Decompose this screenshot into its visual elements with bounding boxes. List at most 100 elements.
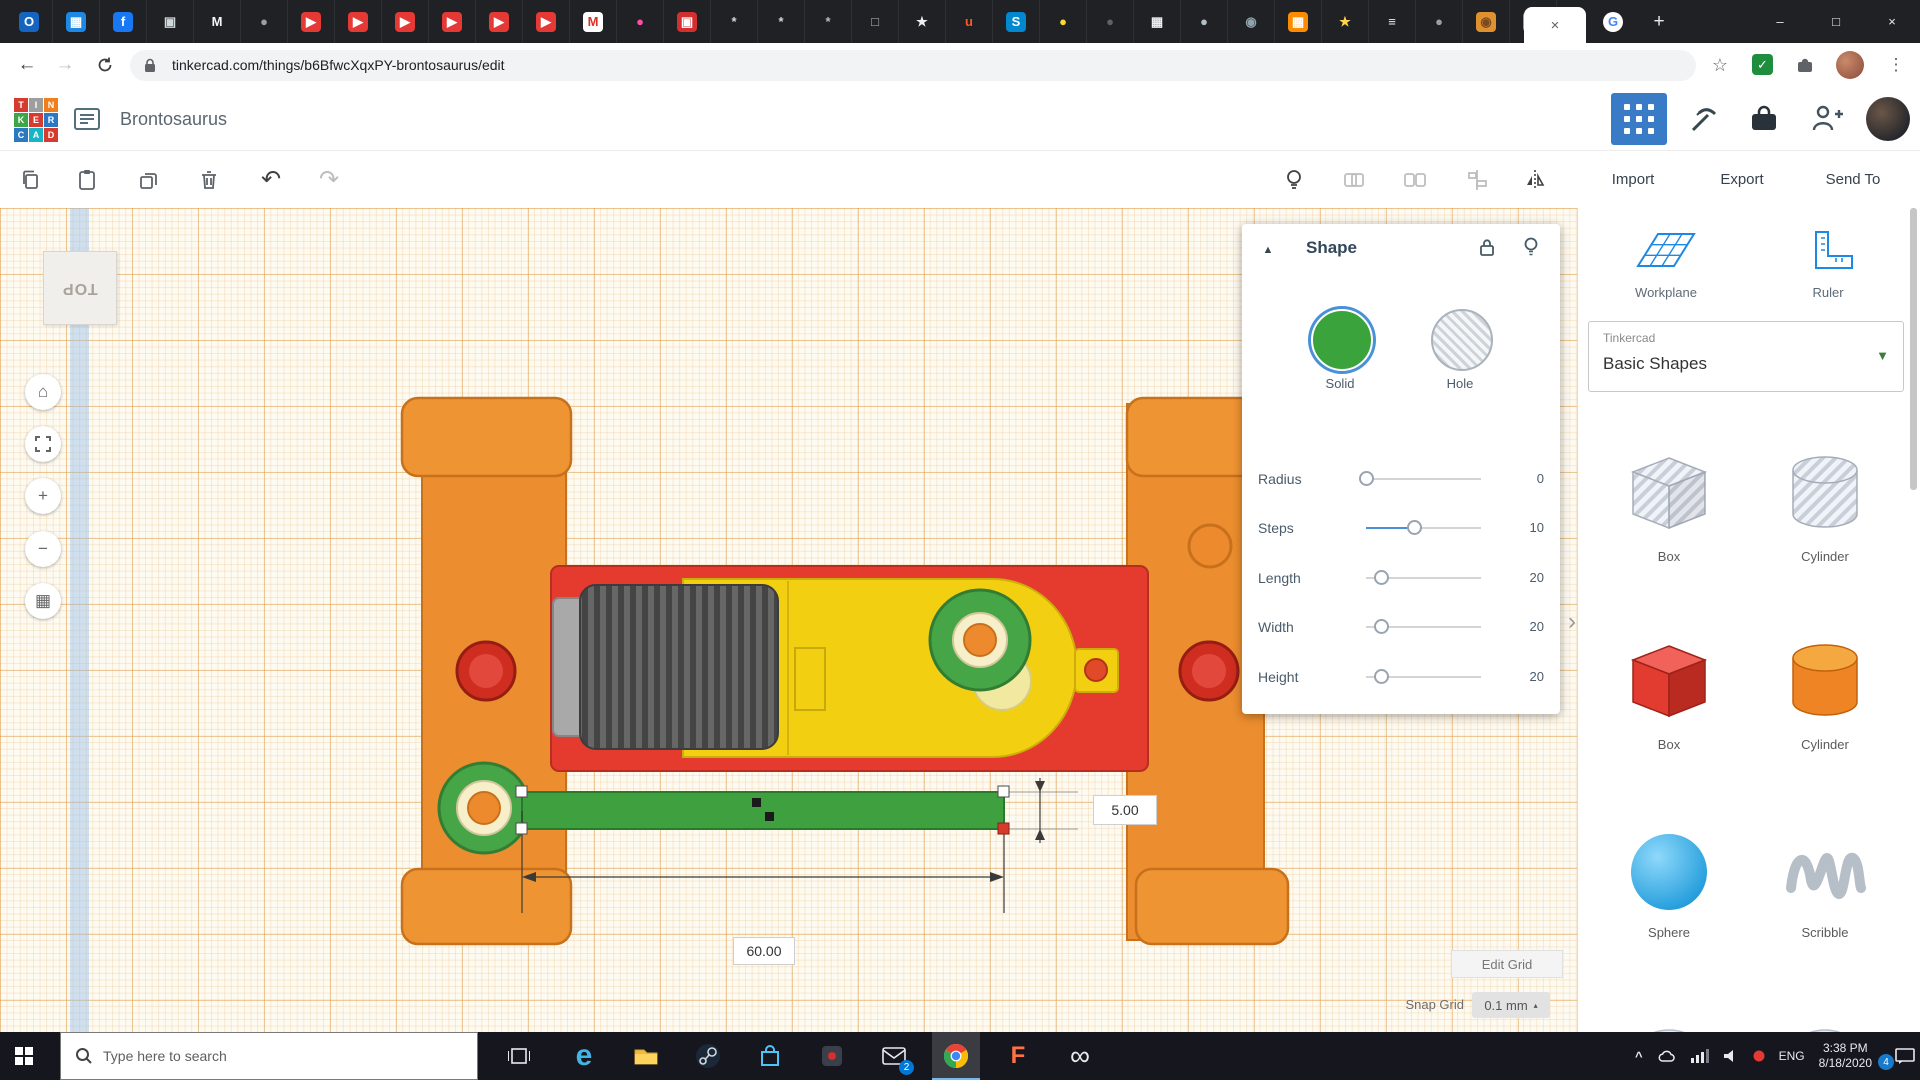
store-bag-icon[interactable]	[746, 1032, 794, 1080]
edge-app-icon[interactable]: e	[560, 1032, 608, 1080]
shape-partial[interactable]	[1750, 1012, 1900, 1032]
language-indicator[interactable]: ENG	[1779, 1049, 1805, 1063]
workplane-tool[interactable]: Workplane	[1598, 226, 1734, 300]
view-cube[interactable]: TOP	[43, 251, 117, 325]
network-icon[interactable]	[1691, 1049, 1709, 1063]
show-all-bulb-icon[interactable]	[1282, 168, 1306, 192]
tray-expand-icon[interactable]: ^	[1635, 1049, 1643, 1064]
browser-tab[interactable]: ▣	[664, 0, 711, 43]
tinkercad-logo[interactable]: TINKERCAD	[14, 98, 58, 142]
steam-app-icon[interactable]	[684, 1032, 732, 1080]
browser-tab[interactable]: ▶	[523, 0, 570, 43]
radius-knob[interactable]	[1359, 471, 1374, 486]
browser-tab[interactable]: ★	[1322, 0, 1369, 43]
cloud-icon[interactable]	[1657, 1048, 1677, 1064]
browser-tab[interactable]: ★	[899, 0, 946, 43]
duplicate-icon[interactable]	[137, 168, 161, 192]
export-button[interactable]: Export	[1702, 151, 1782, 209]
hole-option[interactable]	[1431, 309, 1493, 371]
extensions-puzzle-icon[interactable]	[1794, 54, 1816, 81]
taskbar-clock[interactable]: 3:38 PM 8/18/2020	[1819, 1041, 1872, 1071]
dashboard-grid-button[interactable]	[1611, 93, 1667, 145]
zoom-out-button[interactable]: −	[25, 531, 61, 567]
browser-tab[interactable]: M	[194, 0, 241, 43]
dimension-height-input[interactable]: 5.00	[1093, 795, 1157, 825]
ungroup-icon[interactable]	[1403, 168, 1427, 192]
browser-tab[interactable]: ●	[1087, 0, 1134, 43]
account-avatar[interactable]	[1866, 97, 1910, 141]
copy-icon[interactable]	[19, 168, 43, 192]
browser-tab[interactable]: *	[711, 0, 758, 43]
browser-tab[interactable]: ▦	[53, 0, 100, 43]
browser-tab[interactable]: f	[100, 0, 147, 43]
align-icon[interactable]	[1465, 168, 1489, 192]
browser-tab[interactable]: ●	[1416, 0, 1463, 43]
browser-tab[interactable]: ●	[617, 0, 664, 43]
briefcase-icon[interactable]	[1748, 105, 1780, 138]
dimension-width-input[interactable]: 60.00	[733, 937, 795, 965]
shape-cylinder[interactable]: Cylinder	[1750, 636, 1900, 752]
browser-tab[interactable]: O	[6, 0, 53, 43]
f-app-icon[interactable]: F	[994, 1032, 1042, 1080]
forward-button[interactable]: →	[48, 43, 82, 87]
width-knob[interactable]	[1374, 619, 1389, 634]
minecraft-pickaxe-icon[interactable]	[1686, 104, 1718, 139]
ruler-tool[interactable]: Ruler	[1760, 226, 1896, 300]
mail-app-icon[interactable]: 2	[870, 1032, 918, 1080]
browser-tab[interactable]: ▶	[335, 0, 382, 43]
start-button[interactable]	[0, 1032, 48, 1080]
shape-sphere[interactable]: Sphere	[1594, 824, 1744, 940]
delete-icon[interactable]	[197, 168, 221, 192]
extension-check-icon[interactable]: ✓	[1752, 54, 1773, 75]
minimize-button[interactable]: –	[1752, 0, 1808, 43]
browser-tab[interactable]: ≡	[1369, 0, 1416, 43]
new-tab-button[interactable]: +	[1644, 8, 1674, 36]
paste-icon[interactable]	[75, 168, 99, 192]
group-icon[interactable]	[1342, 168, 1366, 192]
browser-tab[interactable]: ▦	[1275, 0, 1322, 43]
browser-tab[interactable]: ◉	[1228, 0, 1275, 43]
shape-library-dropdown[interactable]: Tinkercad Basic Shapes ▼	[1588, 321, 1904, 392]
browser-tab[interactable]: S	[993, 0, 1040, 43]
zoom-in-button[interactable]: +	[25, 478, 61, 514]
lock-shape-icon[interactable]	[1479, 238, 1495, 262]
sidebar-scrollbar[interactable]	[1910, 208, 1917, 490]
panel-collapse-icon[interactable]: ▲	[1258, 240, 1278, 260]
browser-tab[interactable]: *	[805, 0, 852, 43]
action-center-button[interactable]: 4	[1886, 1044, 1916, 1068]
tray-app-icon[interactable]	[1753, 1050, 1765, 1062]
browser-tab[interactable]: ▶	[429, 0, 476, 43]
speaker-icon[interactable]	[1723, 1049, 1739, 1063]
profile-avatar[interactable]	[1836, 51, 1864, 79]
task-view-button[interactable]	[495, 1032, 543, 1080]
active-tab[interactable]: ×	[1524, 7, 1586, 43]
close-button[interactable]: ×	[1864, 0, 1920, 43]
selected-green-bar[interactable]	[522, 792, 1004, 829]
shape-box[interactable]: Box	[1594, 636, 1744, 752]
fit-view-button[interactable]	[25, 426, 61, 462]
redo-button[interactable]: ↷	[314, 162, 344, 198]
length-knob[interactable]	[1374, 570, 1389, 585]
dark-app-icon[interactable]	[808, 1032, 856, 1080]
taskbar-search[interactable]: Type here to search	[60, 1032, 478, 1080]
browser-tab[interactable]: *	[758, 0, 805, 43]
sidebar-collapse-chevron[interactable]: ›	[1560, 606, 1584, 638]
hide-shape-bulb-icon[interactable]	[1523, 236, 1539, 263]
browser-tab[interactable]: ●	[1040, 0, 1087, 43]
home-view-button[interactable]: ⌂	[25, 374, 61, 410]
address-bar[interactable]: tinkercad.com/things/b6BfwcXqxPY-brontos…	[130, 50, 1696, 81]
reload-button[interactable]	[88, 43, 122, 87]
browser-tab[interactable]: ▶	[382, 0, 429, 43]
bookmark-star-icon[interactable]: ☆	[1706, 51, 1734, 79]
height-knob[interactable]	[1374, 669, 1389, 684]
browser-tab[interactable]: ▣	[147, 0, 194, 43]
shape-scribble[interactable]: Scribble	[1750, 824, 1900, 940]
snap-grid-dropdown[interactable]: 0.1 mm ▴	[1472, 992, 1550, 1018]
workplane-view-button[interactable]: ▦	[25, 583, 61, 619]
shape-cylinder-hole[interactable]: Cylinder	[1750, 448, 1900, 564]
back-button[interactable]: ←	[10, 43, 44, 87]
send-to-button[interactable]: Send To	[1808, 151, 1898, 209]
design-title[interactable]: Brontosaurus	[120, 88, 227, 150]
design-menu-icon[interactable]	[74, 107, 100, 136]
menu-kebab-icon[interactable]: ⋮	[1882, 49, 1910, 81]
